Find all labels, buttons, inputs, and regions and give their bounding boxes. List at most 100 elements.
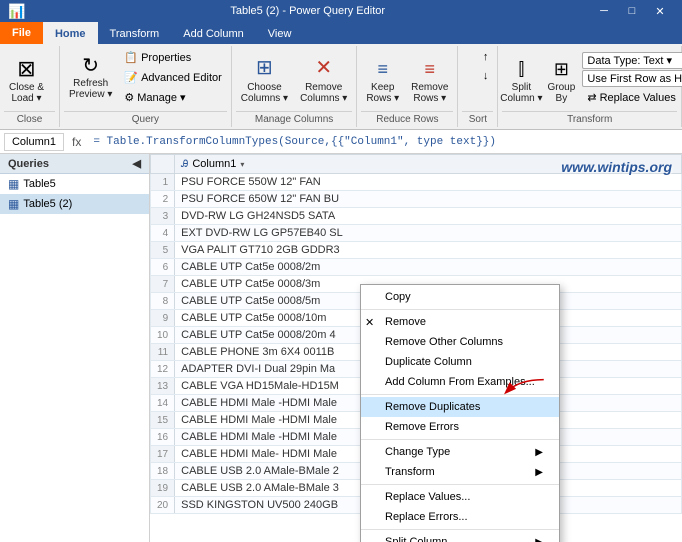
keep-rows-icon: ≡ (377, 59, 388, 80)
ctx-item-remove-other-columns[interactable]: Remove Other Columns (361, 332, 559, 352)
sort-asc-button[interactable]: ↑ (478, 48, 494, 66)
group-by-button[interactable]: ⊞ GroupBy (542, 56, 580, 107)
remove-rows-button[interactable]: ≡ RemoveRows ▾ (406, 56, 453, 107)
tab-file[interactable]: File (0, 22, 43, 44)
ctx-label-copy: Copy (385, 291, 411, 303)
choose-columns-button[interactable]: ⊞ ChooseColumns ▾ (236, 52, 293, 107)
minimize-button[interactable]: ─ (590, 0, 618, 22)
ctx-item-add-column-examples[interactable]: Add Column From Examples... (361, 372, 559, 392)
row-num: 17 (151, 446, 175, 463)
row-num: 8 (151, 293, 175, 310)
first-row-headers-label: Use First Row as Headers ▾ (587, 72, 682, 85)
ctx-item-copy[interactable]: Copy (361, 287, 559, 307)
query-item-table5-2[interactable]: ▦ Table5 (2) (0, 194, 149, 214)
replace-values-button[interactable]: ⇄ Replace Values (582, 88, 682, 107)
row-num: 19 (151, 480, 175, 497)
ctx-item-remove-duplicates[interactable]: Remove Duplicates (361, 397, 559, 417)
row-num: 9 (151, 310, 175, 327)
ctx-item-transform[interactable]: Transform▶ (361, 462, 559, 482)
properties-button[interactable]: 📋 Properties (119, 48, 226, 67)
tab-home[interactable]: Home (43, 22, 98, 44)
ctx-label-duplicate-column: Duplicate Column (385, 356, 472, 368)
row-num: 15 (151, 412, 175, 429)
group-by-icon: ⊞ (554, 59, 569, 80)
keep-rows-button[interactable]: ≡ KeepRows ▾ (361, 56, 404, 107)
context-menu: Copy ✕Remove Remove Other Columns Duplicate… (360, 284, 560, 542)
ctx-label-replace-errors: Replace Errors... (385, 511, 468, 523)
properties-label: Properties (141, 52, 191, 64)
close-button[interactable]: ✕ (646, 0, 674, 22)
ctx-item-remove-errors[interactable]: Remove Errors (361, 417, 559, 437)
submenu-arrow-change-type: ▶ (535, 447, 543, 458)
query-group-label: Query (64, 111, 227, 125)
advanced-editor-label: Advanced Editor (141, 72, 222, 84)
ctx-item-replace-errors[interactable]: Replace Errors... (361, 507, 559, 527)
manage-icon: ⚙ (124, 91, 134, 104)
cell-value: EXT DVD-RW LG GP57EB40 SL (175, 225, 682, 242)
advanced-editor-button[interactable]: 📝 Advanced Editor (119, 68, 226, 87)
query-item-table5-2-label: Table5 (2) (23, 198, 72, 210)
cell-value: DVD-RW LG GH24NSD5 SATA (175, 208, 682, 225)
table-area: Ꭿ Column1 ▾ 1 PSU FORCE 550W 12" FAN 2 P… (150, 154, 682, 542)
table-row: 2 PSU FORCE 650W 12" FAN BU (151, 191, 682, 208)
ctx-item-change-type[interactable]: Change Type▶ (361, 442, 559, 462)
replace-values-icon: ⇄ (587, 91, 596, 104)
remove-columns-button[interactable]: ✕ RemoveColumns ▾ (295, 52, 352, 107)
separator-separator2 (361, 394, 559, 395)
column-dropdown-icon[interactable]: ▾ (240, 160, 244, 169)
table5-2-icon: ▦ (8, 197, 19, 211)
separator-separator5 (361, 529, 559, 530)
transform-col: Data Type: Text ▾ Use First Row as Heade… (582, 52, 682, 107)
split-column-button[interactable]: ⫿ SplitColumn ▾ (502, 56, 540, 107)
ctx-label-remove-errors: Remove Errors (385, 421, 459, 433)
data-type-dropdown[interactable]: Data Type: Text ▾ (582, 52, 682, 69)
ctx-item-remove[interactable]: ✕Remove (361, 312, 559, 332)
manage-button[interactable]: ⚙ Manage ▾ (119, 88, 226, 107)
remove-rows-icon: ≡ (425, 59, 436, 80)
ctx-icon-remove: ✕ (365, 316, 374, 329)
sort-group-label: Sort (462, 111, 493, 125)
query-item-table5-label: Table5 (23, 178, 55, 190)
ctx-label-remove-duplicates: Remove Duplicates (385, 401, 480, 413)
tab-view[interactable]: View (256, 22, 304, 44)
submenu-arrow-split-column: ▶ (535, 537, 543, 542)
query-item-table5[interactable]: ▦ Table5 (0, 174, 149, 194)
remove-columns-icon: ✕ (315, 55, 332, 80)
row-num: 4 (151, 225, 175, 242)
ribbon-group-transform: ⫿ SplitColumn ▾ ⊞ GroupBy Data Type: Tex… (498, 46, 682, 127)
tab-transform[interactable]: Transform (98, 22, 172, 44)
ctx-item-split-column[interactable]: Split Column▶ (361, 532, 559, 542)
text-type-icon: Ꭿ (181, 159, 188, 170)
ctx-label-add-column-examples: Add Column From Examples... (385, 376, 535, 388)
refresh-preview-button[interactable]: ↻ RefreshPreview ▾ (64, 48, 117, 107)
properties-icon: 📋 (124, 51, 138, 64)
cell-value: PSU FORCE 550W 12" FAN (175, 174, 682, 191)
ctx-label-replace-values: Replace Values... (385, 491, 470, 503)
row-num: 1 (151, 174, 175, 191)
sort-desc-icon: ↓ (483, 70, 489, 82)
first-row-headers-dropdown[interactable]: Use First Row as Headers ▾ (582, 70, 682, 87)
table-row: 1 PSU FORCE 550W 12" FAN (151, 174, 682, 191)
main-area: Queries ◀ ▦ Table5 ▦ Table5 (2) Ꭿ Column… (0, 154, 682, 542)
formula-input[interactable]: = Table.TransformColumnTypes(Source,{{"C… (89, 136, 678, 148)
close-load-button[interactable]: ⊠ Close &Load ▾ (4, 55, 49, 107)
ribbon-group-reduce-rows: ≡ KeepRows ▾ ≡ RemoveRows ▾ Reduce Rows (357, 46, 458, 127)
sort-desc-button[interactable]: ↓ (478, 67, 494, 85)
close-load-icon: ⊠ (17, 58, 35, 80)
row-num: 2 (151, 191, 175, 208)
table-row: 3 DVD-RW LG GH24NSD5 SATA (151, 208, 682, 225)
row-num: 13 (151, 378, 175, 395)
row-num: 6 (151, 259, 175, 276)
maximize-button[interactable]: □ (618, 0, 646, 22)
ctx-item-replace-values[interactable]: Replace Values... (361, 487, 559, 507)
queries-toggle-icon[interactable]: ◀ (133, 157, 141, 170)
ribbon-group-sort: ↑ ↓ Sort (458, 46, 498, 127)
sort-asc-icon: ↑ (483, 51, 489, 63)
ribbon-tabs: File Home Transform Add Column View (0, 22, 682, 44)
split-column-label: SplitColumn ▾ (500, 82, 542, 104)
replace-values-label: Replace Values (600, 92, 676, 104)
ctx-item-duplicate-column[interactable]: Duplicate Column (361, 352, 559, 372)
ctx-label-remove-other-columns: Remove Other Columns (385, 336, 503, 348)
tab-add-column[interactable]: Add Column (171, 22, 256, 44)
table-row: 4 EXT DVD-RW LG GP57EB40 SL (151, 225, 682, 242)
